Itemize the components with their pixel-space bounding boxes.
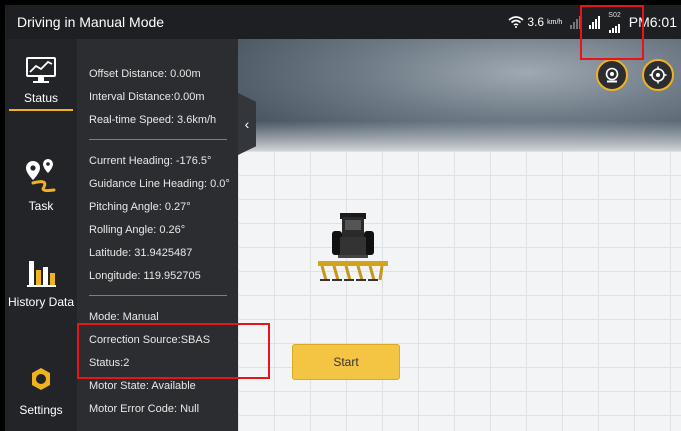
map-scene[interactable]: ‹ Start: [238, 39, 681, 431]
mode: Mode: Manual: [89, 311, 159, 323]
s02-signal: S02: [608, 11, 621, 33]
speed-value: 3.6: [527, 15, 545, 29]
sky-backdrop: [238, 39, 681, 151]
nav-item-task[interactable]: Task: [5, 157, 77, 213]
locate-button[interactable]: [642, 59, 674, 91]
collapse-panel-button[interactable]: ‹: [238, 93, 256, 155]
start-button[interactable]: Start: [292, 344, 400, 380]
nav-label-status: Status: [23, 91, 59, 105]
rolling-angle: Rolling Angle: 0.26°: [89, 224, 186, 236]
signal-bars-icon: [570, 15, 582, 29]
speed-unit: km/h: [547, 18, 563, 26]
camera-icon: [605, 67, 619, 83]
guidance-line-heading: Guidance Line Heading: 0.0°: [89, 178, 230, 190]
speed-indicator: 3.6 km/h: [508, 15, 562, 29]
route-pin-icon: [26, 159, 56, 193]
current-heading: Current Heading: -176.5°: [89, 155, 212, 167]
pitching-angle: Pitching Angle: 0.27°: [89, 201, 191, 213]
divider: [89, 295, 227, 296]
status-indicators: 3.6 km/h S02 PM6:01: [508, 5, 677, 39]
s02-signal-icon: [609, 19, 621, 33]
status-value: Status:2: [89, 357, 130, 369]
gear-icon: [32, 368, 50, 390]
bar-chart-icon: [27, 261, 56, 287]
status-info-panel: Offset Distance: 0.00m Interval Distance…: [77, 39, 238, 431]
nav-label-task: Task: [28, 199, 54, 213]
motor-error-code: Motor Error Code: Null: [89, 403, 200, 415]
longitude: Longitude: 119.952705: [89, 270, 201, 282]
nav-item-status[interactable]: Status: [5, 55, 77, 111]
side-nav: Status Task History Data Settings: [5, 39, 77, 431]
s02-label: S02: [608, 11, 621, 19]
wifi-icon: [508, 16, 524, 28]
correction-source: Correction Source:SBAS: [89, 334, 211, 346]
interval-distance: Interval Distance:0.00m: [89, 91, 205, 103]
satellite-signal-icon: [589, 15, 601, 29]
camera-view-button[interactable]: [596, 59, 628, 91]
nav-item-history-data[interactable]: History Data: [5, 257, 77, 309]
latitude: Latitude: 31.9425487: [89, 247, 193, 259]
monitor-chart-icon: [26, 57, 56, 83]
divider: [89, 139, 227, 140]
tractor-model: [318, 213, 388, 281]
app-title: Driving in Manual Mode: [17, 14, 165, 30]
status-bar: Driving in Manual Mode 3.6 km/h S02 PM6:…: [5, 5, 681, 39]
nav-label-settings: Settings: [19, 403, 63, 417]
motor-state: Motor State: Available: [89, 380, 196, 392]
ground-grid: [238, 151, 681, 431]
nav-label-history-data: History Data: [7, 295, 75, 309]
crosshair-icon: [649, 66, 667, 84]
realtime-speed: Real-time Speed: 3.6km/h: [89, 114, 217, 126]
offset-distance: Offset Distance: 0.00m: [89, 68, 201, 80]
nav-item-settings[interactable]: Settings: [5, 365, 77, 417]
chevron-left-icon: ‹: [244, 116, 250, 132]
clock: PM6:01: [628, 14, 677, 30]
